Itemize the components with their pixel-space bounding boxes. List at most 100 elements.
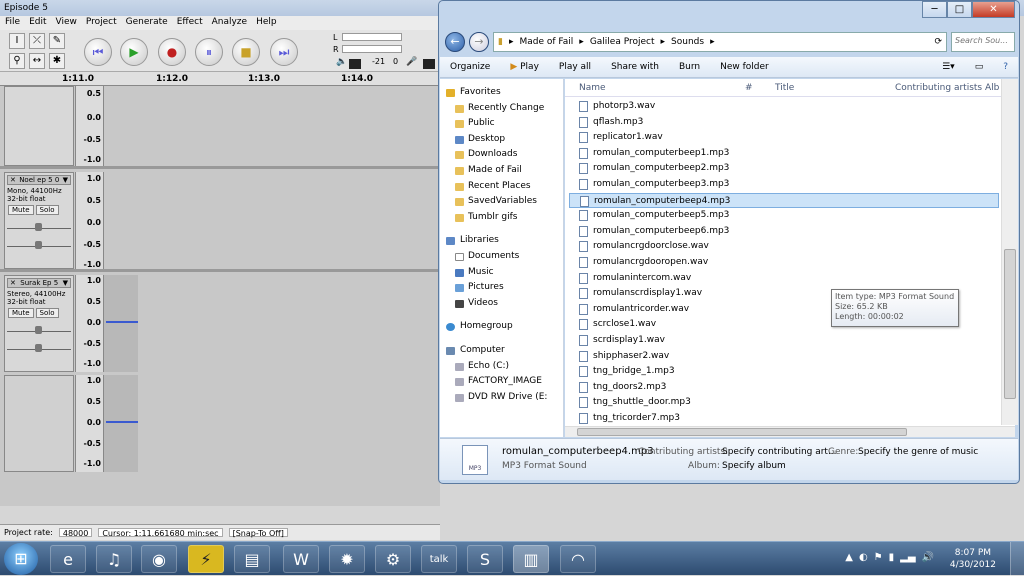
record-meter[interactable]: [342, 45, 402, 53]
gain-slider[interactable]: [7, 324, 71, 334]
nav-item[interactable]: Public: [440, 116, 563, 132]
file-row[interactable]: romulan_computerbeep5.mp3: [569, 208, 999, 224]
selection-tool-icon[interactable]: I: [9, 33, 25, 49]
file-row[interactable]: romulan_computerbeep4.mp3: [569, 192, 999, 209]
warcraft-icon[interactable]: W: [283, 545, 319, 573]
nav-item[interactable]: FACTORY_IMAGE: [440, 374, 563, 390]
solo-button[interactable]: Solo: [35, 205, 59, 215]
signal-icon[interactable]: ▂▄: [900, 552, 915, 563]
menu-edit[interactable]: Edit: [29, 17, 46, 29]
file-row[interactable]: romulan_computerbeep3.mp3: [569, 177, 999, 193]
back-button[interactable]: ←: [445, 32, 465, 52]
scrollbar-thumb[interactable]: [1004, 249, 1016, 399]
column-number[interactable]: #: [745, 83, 753, 93]
play-button[interactable]: ▶ Play: [500, 62, 549, 72]
track-waveform[interactable]: [103, 275, 440, 372]
input-volume-slider[interactable]: [423, 59, 435, 69]
file-row[interactable]: tng_tricorder7.mp3: [569, 411, 999, 427]
action-center-icon[interactable]: ⚑: [874, 552, 883, 563]
menu-generate[interactable]: Generate: [126, 17, 168, 29]
nav-item[interactable]: Videos: [440, 296, 563, 312]
track-name[interactable]: Surak Ep 5: [20, 279, 58, 287]
file-row[interactable]: tng_shuttle_door.mp3: [569, 395, 999, 411]
column-title[interactable]: Title: [775, 83, 794, 93]
start-button[interactable]: ⊞: [4, 543, 38, 575]
record-button[interactable]: ●: [158, 38, 186, 66]
gain-slider[interactable]: [7, 221, 71, 231]
clock[interactable]: 8:07 PM 4/30/2012: [950, 547, 996, 571]
firefox-icon[interactable]: ✹: [329, 545, 365, 573]
menu-view[interactable]: View: [56, 17, 77, 29]
file-row[interactable]: romulancrgdoorclose.wav: [569, 239, 999, 255]
skip-end-button[interactable]: ⏭: [270, 38, 298, 66]
file-row[interactable]: photorp3.wav: [569, 99, 999, 115]
skype-icon[interactable]: S: [467, 545, 503, 573]
close-button[interactable]: ✕: [972, 1, 1015, 18]
timeshift-tool-icon[interactable]: ↔: [29, 53, 45, 69]
new-folder-button[interactable]: New folder: [710, 62, 779, 72]
track-menu-icon[interactable]: ▼: [63, 176, 68, 184]
steam-icon[interactable]: ⚙: [375, 545, 411, 573]
menu-help[interactable]: Help: [256, 17, 277, 29]
file-row[interactable]: romulan_computerbeep2.mp3: [569, 161, 999, 177]
zoom-tool-icon[interactable]: ⚲: [9, 53, 25, 69]
output-volume-slider[interactable]: [349, 59, 361, 69]
talk-icon[interactable]: talk: [421, 545, 457, 573]
vertical-scrollbar[interactable]: [1001, 79, 1018, 425]
track-waveform[interactable]: [103, 86, 440, 166]
file-row[interactable]: replicator1.wav: [569, 130, 999, 146]
file-row[interactable]: romulancrgdooropen.wav: [569, 255, 999, 271]
file-row[interactable]: shipphaser2.wav: [569, 349, 999, 365]
file-row[interactable]: qflash.mp3: [569, 115, 999, 131]
pan-slider[interactable]: [7, 342, 71, 352]
explorer-taskbar-icon[interactable]: ▥: [513, 545, 549, 573]
column-name[interactable]: Name: [579, 83, 606, 93]
menu-analyze[interactable]: Analyze: [212, 17, 247, 29]
battery-icon[interactable]: ▮: [889, 552, 895, 563]
file-row[interactable]: scrdisplay1.wav: [569, 333, 999, 349]
search-input[interactable]: Search Sou...: [951, 32, 1015, 52]
mute-button[interactable]: Mute: [8, 205, 34, 215]
internet-explorer-icon[interactable]: e: [50, 545, 86, 573]
track-waveform[interactable]: [103, 172, 440, 269]
file-row[interactable]: romulan_computerbeep1.mp3: [569, 146, 999, 162]
breadcrumb-item[interactable]: Galilea Project: [590, 37, 655, 47]
chrome-icon[interactable]: ◉: [141, 545, 177, 573]
nav-item[interactable]: Documents: [440, 249, 563, 265]
nav-item[interactable]: Recent Places: [440, 179, 563, 195]
menu-effect[interactable]: Effect: [177, 17, 203, 29]
track-close-icon[interactable]: ✕: [10, 176, 16, 184]
file-row[interactable]: tng_bridge_1.mp3: [569, 364, 999, 380]
share-with-button[interactable]: Share with: [601, 62, 669, 72]
nav-item[interactable]: Pictures: [440, 280, 563, 296]
column-album[interactable]: Alb: [985, 83, 999, 93]
pause-button[interactable]: ⏸: [195, 38, 223, 66]
nav-item[interactable]: Recently Change: [440, 101, 563, 117]
mute-button[interactable]: Mute: [8, 308, 34, 318]
nav-item[interactable]: Made of Fail: [440, 163, 563, 179]
preview-pane-icon[interactable]: ▭: [965, 62, 994, 72]
nav-item[interactable]: DVD RW Drive (E:: [440, 390, 563, 406]
organize-button[interactable]: Organize: [440, 62, 500, 72]
nav-item[interactable]: Music: [440, 265, 563, 281]
track-menu-icon[interactable]: ▼: [63, 279, 68, 287]
burn-button[interactable]: Burn: [669, 62, 710, 72]
nav-item[interactable]: Downloads: [440, 147, 563, 163]
nav-favorites[interactable]: Favorites: [440, 85, 563, 101]
network-icon[interactable]: ◐: [859, 552, 868, 563]
nav-homegroup[interactable]: Homegroup: [440, 319, 563, 335]
tray-expand-icon[interactable]: ▲: [845, 552, 853, 563]
menu-file[interactable]: File: [5, 17, 20, 29]
maximize-button[interactable]: □: [947, 1, 972, 18]
help-icon[interactable]: ?: [993, 62, 1018, 72]
breadcrumb-item[interactable]: Made of Fail: [519, 37, 573, 47]
detail-genre-value[interactable]: Specify the genre of music: [858, 447, 978, 457]
playback-meter[interactable]: [342, 33, 402, 41]
file-row[interactable]: romulanintercom.wav: [569, 271, 999, 287]
solo-button[interactable]: Solo: [35, 308, 59, 318]
project-rate-select[interactable]: 48000: [58, 528, 93, 538]
play-button[interactable]: ▶: [120, 38, 148, 66]
breadcrumb-item[interactable]: Sounds: [671, 37, 704, 47]
itunes-icon[interactable]: ♫: [96, 545, 132, 573]
track-name[interactable]: Noel ep 5 0: [19, 176, 59, 184]
